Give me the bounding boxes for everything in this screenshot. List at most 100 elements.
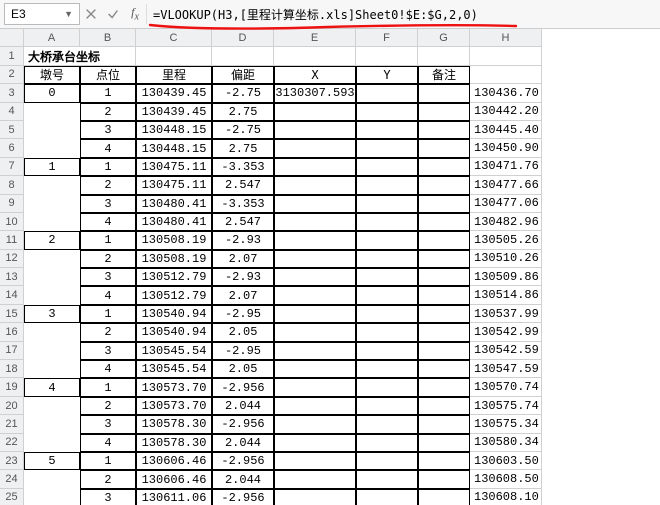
y-cell[interactable] <box>356 84 418 102</box>
remark-cell[interactable] <box>418 286 470 304</box>
h-value-cell[interactable]: 130608.50 <box>470 470 542 488</box>
y-cell[interactable] <box>356 195 418 213</box>
empty-cell[interactable] <box>136 47 212 65</box>
empty-cell[interactable] <box>470 66 542 84</box>
row-header[interactable]: 21 <box>0 415 24 433</box>
spreadsheet-grid[interactable]: ABCDEFGH1大桥承台坐标2墩号点位里程偏距XY备注301130439.45… <box>0 29 660 505</box>
offset-cell[interactable]: 2.044 <box>212 470 274 488</box>
row-header[interactable]: 9 <box>0 195 24 213</box>
h-value-cell[interactable]: 130580.34 <box>470 434 542 452</box>
remark-cell[interactable] <box>418 305 470 323</box>
offset-cell[interactable]: 2.75 <box>212 139 274 157</box>
h-value-cell[interactable]: 130482.96 <box>470 213 542 231</box>
x-cell[interactable] <box>274 305 356 323</box>
remark-cell[interactable] <box>418 158 470 176</box>
point-cell[interactable]: 3 <box>80 489 136 505</box>
offset-cell[interactable]: -2.956 <box>212 415 274 433</box>
mileage-cell[interactable]: 130508.19 <box>136 250 212 268</box>
mileage-cell[interactable]: 130480.41 <box>136 213 212 231</box>
row-header[interactable]: 7 <box>0 158 24 176</box>
y-cell[interactable] <box>356 176 418 194</box>
point-cell[interactable]: 2 <box>80 397 136 415</box>
h-value-cell[interactable]: 130575.74 <box>470 397 542 415</box>
mileage-cell[interactable]: 130512.79 <box>136 268 212 286</box>
row-header[interactable]: 1 <box>0 47 24 65</box>
point-cell[interactable]: 3 <box>80 121 136 139</box>
empty-cell[interactable] <box>212 47 274 65</box>
offset-cell[interactable]: -2.75 <box>212 121 274 139</box>
remark-cell[interactable] <box>418 489 470 505</box>
formula-input[interactable]: =VLOOKUP(H3,[里程计算坐标.xls]Sheet0!$E:$G,2,0… <box>146 4 660 24</box>
mileage-cell[interactable]: 130540.94 <box>136 305 212 323</box>
y-cell[interactable] <box>356 378 418 396</box>
accept-formula-button[interactable] <box>102 3 124 25</box>
x-cell[interactable] <box>274 452 356 470</box>
offset-cell[interactable]: 2.547 <box>212 213 274 231</box>
x-cell[interactable] <box>274 268 356 286</box>
mileage-cell[interactable]: 130578.30 <box>136 434 212 452</box>
mileage-cell[interactable]: 130439.45 <box>136 84 212 102</box>
y-cell[interactable] <box>356 360 418 378</box>
mileage-cell[interactable]: 130512.79 <box>136 286 212 304</box>
point-cell[interactable]: 4 <box>80 213 136 231</box>
x-cell[interactable] <box>274 342 356 360</box>
y-cell[interactable] <box>356 489 418 505</box>
offset-cell[interactable]: 2.547 <box>212 176 274 194</box>
x-cell[interactable] <box>274 121 356 139</box>
remark-cell[interactable] <box>418 360 470 378</box>
point-cell[interactable]: 1 <box>80 305 136 323</box>
h-value-cell[interactable]: 130442.20 <box>470 103 542 121</box>
empty-cell[interactable] <box>274 47 356 65</box>
chevron-down-icon[interactable]: ▼ <box>64 9 73 19</box>
h-value-cell[interactable]: 130547.59 <box>470 360 542 378</box>
y-cell[interactable] <box>356 415 418 433</box>
empty-cell[interactable] <box>418 47 470 65</box>
y-cell[interactable] <box>356 139 418 157</box>
y-cell[interactable] <box>356 268 418 286</box>
offset-cell[interactable]: 2.07 <box>212 250 274 268</box>
h-value-cell[interactable]: 130575.34 <box>470 415 542 433</box>
point-cell[interactable]: 1 <box>80 452 136 470</box>
row-header[interactable]: 13 <box>0 268 24 286</box>
column-header[interactable]: D <box>212 29 274 47</box>
row-header[interactable]: 10 <box>0 213 24 231</box>
column-header[interactable]: F <box>356 29 418 47</box>
remark-cell[interactable] <box>418 470 470 488</box>
remark-cell[interactable] <box>418 452 470 470</box>
remark-cell[interactable] <box>418 397 470 415</box>
row-header[interactable]: 3 <box>0 84 24 102</box>
row-header[interactable]: 11 <box>0 231 24 249</box>
mileage-cell[interactable]: 130573.70 <box>136 378 212 396</box>
x-cell[interactable] <box>274 470 356 488</box>
point-cell[interactable]: 3 <box>80 195 136 213</box>
mileage-cell[interactable]: 130508.19 <box>136 231 212 249</box>
mileage-cell[interactable]: 130540.94 <box>136 323 212 341</box>
point-cell[interactable]: 4 <box>80 360 136 378</box>
y-cell[interactable] <box>356 470 418 488</box>
row-header[interactable]: 8 <box>0 176 24 194</box>
point-cell[interactable]: 2 <box>80 250 136 268</box>
remark-cell[interactable] <box>418 84 470 102</box>
y-cell[interactable] <box>356 250 418 268</box>
mileage-cell[interactable]: 130448.15 <box>136 121 212 139</box>
y-cell[interactable] <box>356 452 418 470</box>
h-value-cell[interactable]: 130537.99 <box>470 305 542 323</box>
mileage-cell[interactable]: 130545.54 <box>136 360 212 378</box>
point-cell[interactable]: 2 <box>80 103 136 121</box>
remark-cell[interactable] <box>418 268 470 286</box>
remark-cell[interactable] <box>418 176 470 194</box>
row-header[interactable]: 20 <box>0 397 24 415</box>
remark-cell[interactable] <box>418 103 470 121</box>
y-cell[interactable] <box>356 305 418 323</box>
point-cell[interactable]: 3 <box>80 268 136 286</box>
row-header[interactable]: 25 <box>0 489 24 505</box>
empty-cell[interactable] <box>356 47 418 65</box>
remark-cell[interactable] <box>418 139 470 157</box>
offset-cell[interactable]: -3.353 <box>212 195 274 213</box>
row-header[interactable]: 17 <box>0 342 24 360</box>
offset-cell[interactable]: 2.044 <box>212 434 274 452</box>
h-value-cell[interactable]: 130436.70 <box>470 84 542 102</box>
x-cell[interactable] <box>274 103 356 121</box>
h-value-cell[interactable]: 130445.40 <box>470 121 542 139</box>
mileage-cell[interactable]: 130439.45 <box>136 103 212 121</box>
